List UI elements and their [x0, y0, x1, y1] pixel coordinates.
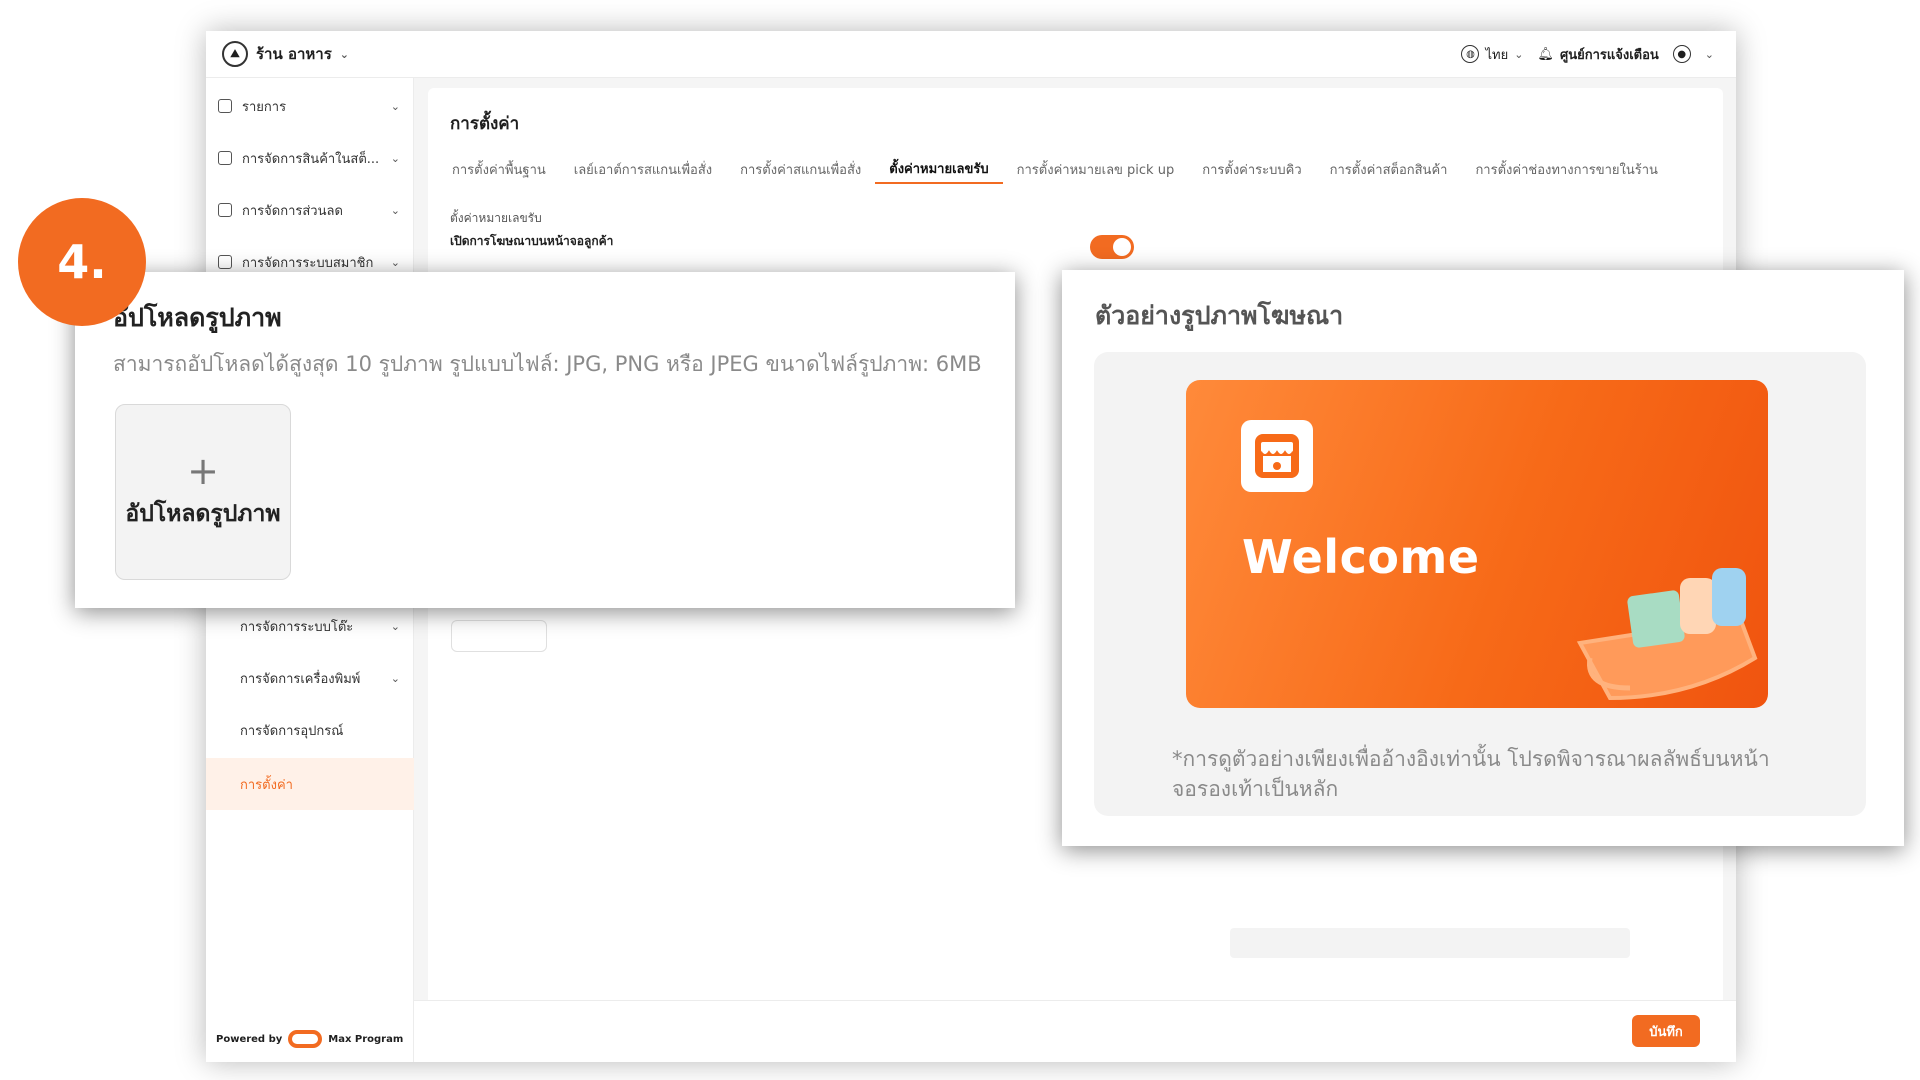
- preview-disclaimer: *การดูตัวอย่างเพียงเพื่ออ้างอิงเท่านั้น …: [1172, 747, 1770, 802]
- store-name: ร้าน อาหาร: [256, 45, 332, 63]
- page-title: การตั้งค่า: [450, 114, 520, 134]
- powered-by: Powered by Max Program: [216, 1030, 403, 1048]
- plus-icon: +: [187, 449, 219, 493]
- language-label: ไทย: [1485, 47, 1509, 63]
- secondary-button[interactable]: [451, 620, 547, 652]
- upload-image-button[interactable]: + อัปโหลดรูปภาพ: [115, 404, 291, 580]
- sidebar-item-tables[interactable]: การจัดการระบบโต๊ะ ⌄: [206, 602, 414, 650]
- chevron-down-icon: ⌄: [390, 203, 400, 217]
- sidebar-item-label: การจัดการระบบสมาชิก: [242, 255, 374, 271]
- sidebar-item-discounts[interactable]: การจัดการส่วนลด ⌄: [206, 186, 414, 234]
- ad-toggle-switch[interactable]: [1090, 235, 1134, 259]
- tab-basic-settings[interactable]: การตั้งค่าพื้นฐาน: [438, 154, 560, 184]
- tab-stock-settings[interactable]: การตั้งค่าสต็อกสินค้า: [1316, 154, 1462, 184]
- sidebar-item-label: การจัดการอุปกรณ์: [240, 723, 344, 739]
- store-logo-icon: ⛰: [222, 41, 248, 67]
- step-number-badge: 4.: [18, 198, 146, 326]
- globe-icon: ◍: [1461, 45, 1480, 63]
- upload-panel-title: อัปโหลดรูปภาพ: [113, 303, 282, 332]
- preview-caption-field: [1230, 928, 1630, 958]
- tab-sales-channel[interactable]: การตั้งค่าช่องทางการขายในร้าน: [1461, 154, 1672, 184]
- ad-toggle-label: เปิดการโฆษณาบนหน้าจอลูกค้า: [450, 234, 614, 248]
- tab-pickup-number-settings[interactable]: การตั้งค่าหมายเลข pick up: [1003, 154, 1189, 184]
- sidebar-item-printers[interactable]: การจัดการเครื่องพิมพ์ ⌄: [206, 654, 414, 702]
- member-icon: [218, 255, 232, 269]
- tab-scan-settings[interactable]: การตั้งค่าสแกนเพื่อสั่ง: [726, 154, 875, 184]
- ad-preview-panel: ตัวอย่างรูปภาพโฆษณา Welcome *การดูตัวอย่…: [1062, 270, 1904, 846]
- upload-button-label: อัปโหลดรูปภาพ: [125, 501, 281, 527]
- max-program-logo-icon: [288, 1030, 323, 1048]
- sidebar-item-label: การจัดการเครื่องพิมพ์: [240, 671, 361, 687]
- upload-image-panel: อัปโหลดรูปภาพ สามารถอัปโหลดได้สูงสุด 10 …: [75, 272, 1015, 608]
- sidebar-item-label: การตั้งค่า: [240, 777, 293, 793]
- sidebar-item-orders[interactable]: รายการ ⌄: [206, 82, 414, 130]
- upload-panel-description: สามารถอัปโหลดได้สูงสุด 10 รูปภาพ รูปแบบไ…: [113, 352, 982, 376]
- settings-tabs: การตั้งค่าพื้นฐาน เลย์เอาต์การสแกนเพื่อส…: [438, 154, 1672, 184]
- tab-pickup-number[interactable]: ตั้งค่าหมายเลขรับ: [875, 154, 1003, 184]
- sidebar-item-label: รายการ: [242, 99, 287, 115]
- sidebar-item-settings[interactable]: การตั้งค่า: [206, 758, 414, 810]
- powered-by-label: Powered by: [216, 1033, 283, 1045]
- notification-center-label: ศูนย์การแจ้งเตือน: [1559, 47, 1659, 63]
- top-bar: ⛰ ร้าน อาหาร ⌄ ◍ ไทย ⌄ 🔔︎ ศูนย์การแจ้งเต…: [206, 31, 1736, 78]
- sidebar-item-inventory[interactable]: การจัดการสินค้าในสต็... ⌄: [206, 134, 414, 182]
- language-selector[interactable]: ◍ ไทย ⌄: [1461, 44, 1523, 65]
- list-icon: [218, 99, 232, 113]
- banner-welcome-text: Welcome: [1242, 530, 1480, 584]
- chevron-down-icon: ⌄: [390, 671, 400, 685]
- brand-name: Max Program: [328, 1033, 404, 1045]
- bell-icon: 🔔︎: [1537, 46, 1554, 62]
- discount-icon: [218, 203, 232, 217]
- account-menu-chevron-icon[interactable]: ⌄: [1705, 48, 1714, 61]
- tab-queue-settings[interactable]: การตั้งค่าระบบคิว: [1188, 154, 1315, 184]
- save-button[interactable]: บันทึก: [1632, 1015, 1700, 1047]
- chevron-down-icon: ⌄: [390, 619, 400, 633]
- ad-banner-preview: Welcome: [1186, 380, 1768, 708]
- box-icon: [218, 151, 232, 165]
- top-right-controls: ◍ ไทย ⌄ 🔔︎ ศูนย์การแจ้งเตือน ● ⌄: [1461, 44, 1714, 65]
- sidebar-item-label: การจัดการส่วนลด: [242, 203, 343, 219]
- account-icon[interactable]: ●: [1672, 45, 1691, 63]
- shop-icon: [1241, 420, 1313, 492]
- chevron-down-icon: ⌄: [339, 47, 349, 61]
- tab-scan-layout[interactable]: เลย์เอาต์การสแกนเพื่อสั่ง: [560, 154, 726, 184]
- sidebar-item-label: การจัดการระบบโต๊ะ: [240, 619, 354, 635]
- shopping-basket-icon: [1576, 568, 1758, 701]
- sidebar-item-label: การจัดการสินค้าในสต็...: [242, 151, 380, 167]
- sidebar-item-devices[interactable]: การจัดการอุปกรณ์: [206, 706, 414, 754]
- chevron-down-icon: ⌄: [390, 151, 400, 165]
- chevron-down-icon: ⌄: [1514, 47, 1524, 61]
- store-switcher[interactable]: ⛰ ร้าน อาหาร ⌄: [222, 41, 349, 67]
- chevron-down-icon: ⌄: [390, 99, 400, 113]
- bottom-action-bar: บันทึก: [414, 1000, 1736, 1062]
- section-label: ตั้งค่าหมายเลขรับ: [450, 211, 542, 225]
- preview-area: Welcome *การดูตัวอย่างเพียงเพื่ออ้างอิงเ…: [1094, 352, 1866, 816]
- preview-panel-title: ตัวอย่างรูปภาพโฆษณา: [1095, 301, 1344, 330]
- chevron-down-icon: ⌄: [390, 255, 400, 269]
- notification-center-button[interactable]: 🔔︎ ศูนย์การแจ้งเตือน: [1537, 44, 1658, 65]
